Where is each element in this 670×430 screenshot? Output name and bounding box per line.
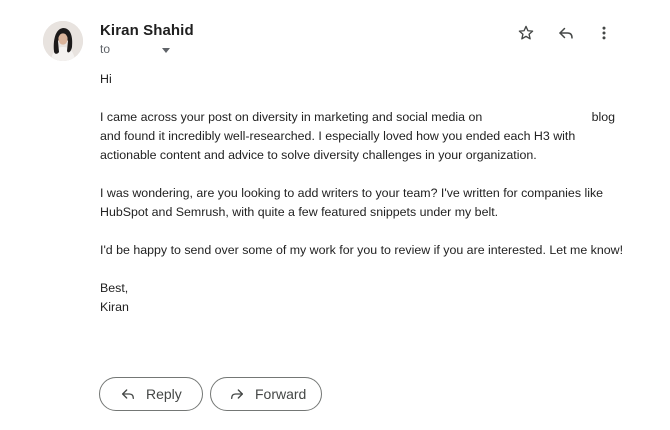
forward-button[interactable]: Forward — [210, 377, 322, 411]
forward-icon — [228, 385, 246, 403]
paragraph-1-line-1-text: I came across your post on diversity in … — [100, 110, 483, 124]
reply-icon[interactable] — [555, 22, 577, 44]
signoff: Best, — [100, 281, 129, 295]
paragraph-1: and found it incredibly well-researched.… — [100, 129, 576, 162]
paragraph-1-first-line: I came across your post on diversity in … — [100, 108, 615, 127]
greeting: Hi — [100, 72, 112, 86]
paragraph-2: I was wondering, are you looking to add … — [100, 186, 604, 219]
reply-button-label: Reply — [146, 386, 182, 402]
to-label: to — [100, 42, 111, 56]
star-icon[interactable] — [515, 22, 537, 44]
paragraph-1-blog-word: blog — [591, 110, 615, 124]
email-body: Hi I came across your post on diversity … — [100, 70, 630, 317]
reply-icon — [119, 385, 137, 403]
forward-button-label: Forward — [255, 386, 307, 402]
sender-name: Kiran Shahid — [100, 22, 194, 39]
recipient-line: to — [100, 42, 171, 56]
email-message: Kiran Shahid to Hi I came across your po… — [0, 0, 670, 430]
more-vert-icon[interactable] — [593, 22, 615, 44]
recipient-details-dropdown[interactable] — [162, 47, 171, 53]
avatar[interactable] — [43, 21, 83, 61]
signature: Kiran — [100, 300, 129, 314]
reply-button[interactable]: Reply — [99, 377, 203, 411]
paragraph-3: I'd be happy to send over some of my wor… — [100, 243, 624, 257]
